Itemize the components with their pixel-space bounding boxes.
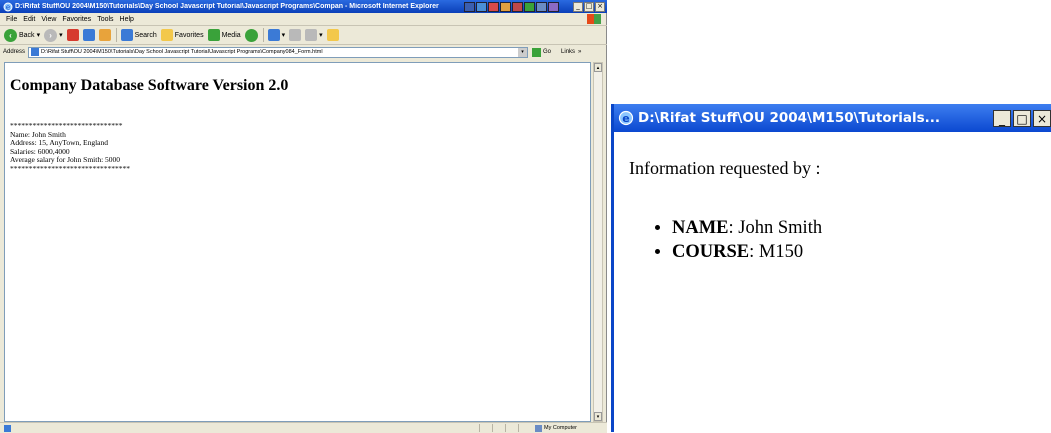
app-icon[interactable] <box>500 1 511 12</box>
toolbar-divider <box>115 28 117 42</box>
address-bar: Address D:\Rifat Stuff\OU 2004\M150\Tuto… <box>0 45 607 59</box>
status-bar: My Computer <box>0 422 607 433</box>
refresh-icon <box>82 29 95 41</box>
print-button[interactable] <box>289 29 302 41</box>
home-icon <box>98 29 111 41</box>
app-icon[interactable] <box>464 1 475 12</box>
page-content: Company Database Software Version 2.0 **… <box>4 62 591 422</box>
chevron-right-icon[interactable]: » <box>578 49 581 55</box>
app-icon[interactable] <box>476 1 487 12</box>
address-dropdown-icon[interactable]: ▾ <box>518 47 528 57</box>
mail-icon <box>267 29 280 41</box>
ie-title-bar[interactable]: e D:\Rifat Stuff\OU 2004\M150\Tutorials\… <box>0 0 607 13</box>
history-icon <box>244 28 258 42</box>
search-icon <box>120 29 133 41</box>
back-button[interactable]: ‹ Back ▾ <box>4 28 41 42</box>
status-pane <box>478 424 492 432</box>
info-list: NAME: John Smith COURSE: M150 <box>652 216 822 264</box>
dropdown-arrow-icon: ▾ <box>319 32 323 39</box>
mail-button[interactable]: ▾ <box>267 29 286 41</box>
ie-logo-icon: e <box>618 110 634 126</box>
menu-help[interactable]: Help <box>120 16 134 23</box>
stop-button[interactable] <box>66 29 79 41</box>
media-button[interactable]: Media <box>207 29 241 41</box>
popup-window: e D:\Rifat Stuff\OU 2004\M150\Tutorials.… <box>611 104 1051 432</box>
svg-text:e: e <box>622 112 629 125</box>
app-icon[interactable] <box>488 1 499 12</box>
address-input[interactable]: D:\Rifat Stuff\OU 2004\M150\Tutorials\Da… <box>28 46 529 58</box>
links-button[interactable]: Links <box>561 49 575 55</box>
search-button[interactable]: Search <box>120 29 157 41</box>
dropdown-arrow-icon: ▾ <box>59 32 63 39</box>
menu-edit[interactable]: Edit <box>23 16 35 23</box>
page-icon <box>31 48 40 56</box>
menu-file[interactable]: File <box>6 16 17 23</box>
history-button[interactable] <box>244 28 258 42</box>
favorites-star-icon <box>160 29 173 41</box>
favorites-button[interactable]: Favorites <box>160 29 204 41</box>
close-button[interactable]: × <box>1033 110 1051 127</box>
edit-icon <box>305 29 318 41</box>
menu-favorites[interactable]: Favorites <box>62 16 91 23</box>
menu-view[interactable]: View <box>41 16 56 23</box>
media-icon <box>207 29 220 41</box>
field-value: : John Smith <box>728 218 823 238</box>
stop-icon <box>66 29 79 41</box>
separator-line: ******************************** <box>10 163 130 173</box>
close-button[interactable]: × <box>595 1 605 12</box>
minimize-button[interactable]: _ <box>573 1 583 12</box>
address-url: D:\Rifat Stuff\OU 2004\M150\Tutorials\Da… <box>41 49 323 55</box>
standard-toolbar: ‹ Back ▾ › ▾ Search Favorites Media ▾ ▾ <box>0 26 607 45</box>
menu-tools[interactable]: Tools <box>97 16 113 23</box>
edit-button[interactable]: ▾ <box>305 29 323 41</box>
security-zone: My Computer <box>534 424 577 432</box>
maximize-button[interactable]: □ <box>1013 110 1031 127</box>
back-arrow-icon: ‹ <box>4 28 17 42</box>
popup-intro: Information requested by : <box>629 158 821 178</box>
popup-title: D:\Rifat Stuff\OU 2004\M150\Tutorials... <box>638 110 941 126</box>
svg-text:e: e <box>6 3 10 11</box>
status-pane <box>491 424 505 432</box>
maximize-button[interactable]: □ <box>584 1 594 12</box>
app-icon[interactable] <box>512 1 523 12</box>
home-button[interactable] <box>98 29 111 41</box>
forward-arrow-icon: › <box>44 28 58 42</box>
page-heading: Company Database Software Version 2.0 <box>10 77 289 94</box>
list-item: NAME: John Smith <box>672 216 822 240</box>
popup-title-bar[interactable]: e D:\Rifat Stuff\OU 2004\M150\Tutorials.… <box>614 104 1051 132</box>
windows-logo-icon <box>587 14 601 24</box>
scroll-down-icon[interactable]: ▾ <box>594 412 602 421</box>
toolbar-divider <box>262 28 264 42</box>
print-icon <box>289 29 302 41</box>
company-details: ****************************** Name: Joh… <box>10 121 130 173</box>
dropdown-arrow-icon: ▾ <box>281 32 286 39</box>
forward-button[interactable]: › ▾ <box>44 28 63 42</box>
folder-icon <box>326 29 339 41</box>
status-pane <box>517 424 531 432</box>
refresh-button[interactable] <box>82 29 95 41</box>
app-icon[interactable] <box>524 1 535 12</box>
field-label: NAME <box>672 218 729 238</box>
field-label: COURSE <box>672 242 750 262</box>
ie-window-title: D:\Rifat Stuff\OU 2004\M150\Tutorials\Da… <box>15 3 439 10</box>
field-value: : M150 <box>749 242 804 262</box>
app-icon[interactable] <box>536 1 547 12</box>
list-item: COURSE: M150 <box>672 240 822 264</box>
ie-browser-window: e D:\Rifat Stuff\OU 2004\M150\Tutorials\… <box>0 0 607 433</box>
menu-bar: File Edit View Favorites Tools Help <box>0 13 607 26</box>
status-pane <box>504 424 518 432</box>
page-status-icon <box>4 424 11 432</box>
taskbar-icons <box>464 1 559 12</box>
computer-icon <box>534 424 542 432</box>
address-label: Address <box>3 49 26 55</box>
app-icon[interactable] <box>548 1 559 12</box>
dropdown-arrow-icon: ▾ <box>36 32 41 39</box>
go-button[interactable]: Go <box>532 47 551 57</box>
minimize-button[interactable]: _ <box>993 110 1011 127</box>
vertical-scrollbar[interactable]: ▴ ▾ <box>593 62 603 422</box>
ie-logo-icon: e <box>3 2 13 11</box>
folder-button[interactable] <box>326 29 339 41</box>
go-arrow-icon <box>532 47 542 57</box>
scroll-up-icon[interactable]: ▴ <box>594 63 602 72</box>
